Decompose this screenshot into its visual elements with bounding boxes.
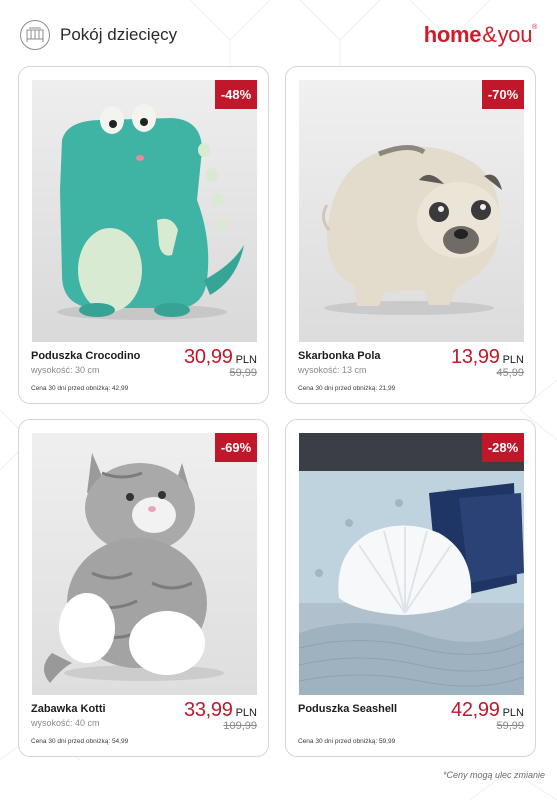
crib-icon (20, 20, 50, 50)
product-card-pola[interactable]: -70% Skarbonka Pola wysokość: 13 cm 13,9… (285, 66, 536, 404)
discount-badge: -69% (215, 433, 257, 462)
old-price: 59,99 (496, 720, 524, 732)
price-disclaimer: *Ceny mogą ulec zmianie (442, 770, 545, 780)
product-card-kotti[interactable]: -69% Zabawka Kotti wysokość: 40 cm 33,99… (18, 419, 269, 757)
price-currency: PLN (235, 354, 257, 366)
logo-part-you: you (497, 22, 533, 47)
price-value: 42,99 (451, 699, 500, 721)
product-image-crocodino: -48% (32, 80, 257, 342)
product-name[interactable]: Zabawka Kotti (31, 703, 106, 715)
product-name[interactable]: Poduszka Seashell (298, 703, 397, 715)
old-price: 109,99 (223, 720, 257, 732)
price-history-note: Cena 30 dni przed obniżką: 42,99 (31, 385, 129, 392)
discount-badge: -48% (215, 80, 257, 109)
old-price: 45,99 (496, 367, 524, 379)
product-price: 33,99 PLN (184, 699, 257, 722)
product-price: 42,99 PLN (451, 699, 524, 722)
price-history-note: Cena 30 dni przed obniżką: 54,99 (31, 738, 129, 745)
product-image-pola: -70% (299, 80, 524, 342)
product-height: wysokość: 13 cm (298, 365, 367, 375)
old-price: 59,99 (229, 367, 257, 379)
product-name[interactable]: Skarbonka Pola (298, 350, 381, 362)
product-price: 13,99 PLN (451, 346, 524, 369)
price-history-note: Cena 30 dni przed obniżką: 21,99 (298, 385, 396, 392)
product-price: 30,99 PLN (184, 346, 257, 369)
logo-registered: ® (532, 24, 537, 31)
product-card-crocodino[interactable]: -48% Poduszka Crocodino wysokość: 30 cm … (18, 66, 269, 404)
price-currency: PLN (502, 354, 524, 366)
discount-badge: -70% (482, 80, 524, 109)
page-header: Pokój dziecięcy home&you® (0, 0, 557, 70)
product-height: wysokość: 40 cm (31, 718, 100, 728)
product-image-kotti: -69% (32, 433, 257, 695)
logo-ampersand: & (482, 22, 497, 47)
product-card-seashell[interactable]: -28% Poduszka Seashell 42,99 PLN 59,99 Ce… (285, 419, 536, 757)
product-image-seashell: -28% (299, 433, 524, 695)
brand-logo[interactable]: home&you® (423, 22, 538, 48)
category-title: Pokój dziecięcy (60, 25, 178, 44)
price-value: 30,99 (184, 346, 233, 368)
price-history-note: Cena 30 dni przed obniżką: 59,99 (298, 738, 396, 745)
price-currency: PLN (235, 707, 257, 719)
discount-badge: -28% (482, 433, 524, 462)
product-name[interactable]: Poduszka Crocodino (31, 350, 140, 362)
price-currency: PLN (502, 707, 524, 719)
price-value: 13,99 (451, 346, 500, 368)
price-value: 33,99 (184, 699, 233, 721)
logo-part-home: home (423, 22, 482, 47)
product-height: wysokość: 30 cm (31, 365, 100, 375)
